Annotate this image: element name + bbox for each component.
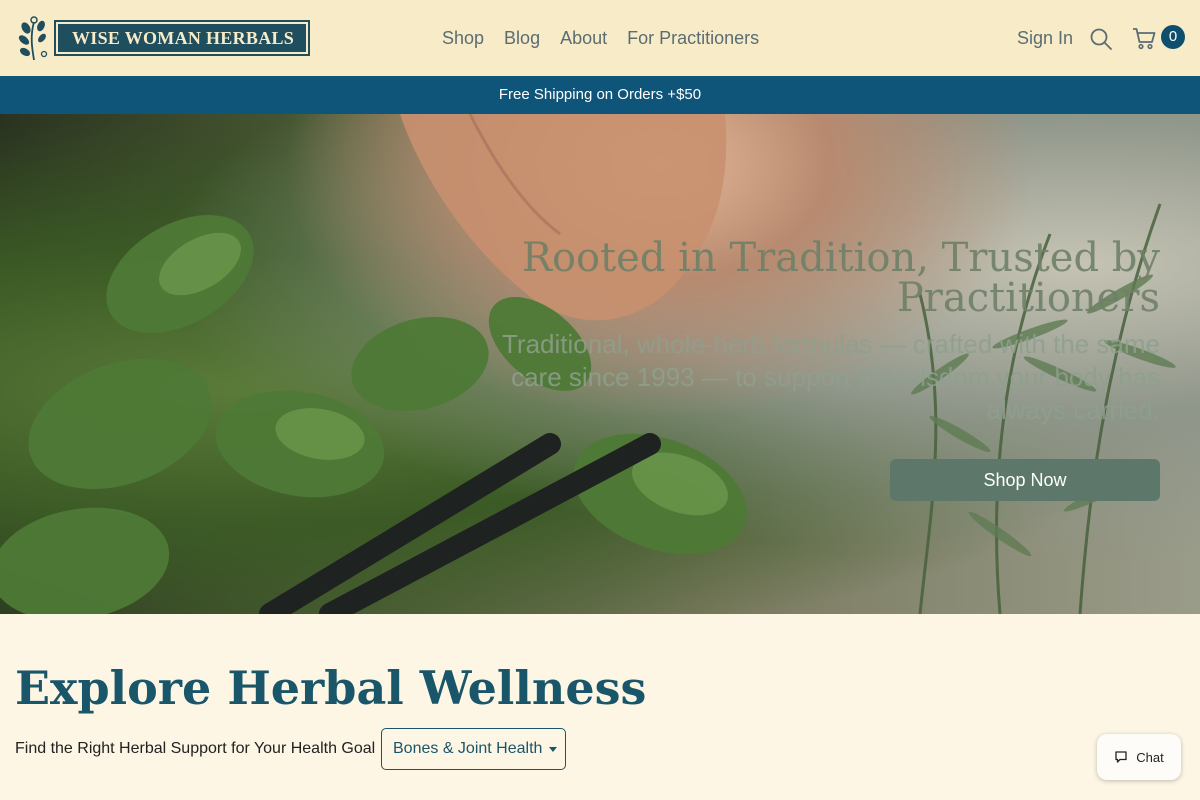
nav-blog[interactable]: Blog	[504, 28, 540, 48]
caret-down-icon	[549, 746, 558, 752]
cart-count-badge[interactable]: 0	[1161, 25, 1185, 49]
chat-button[interactable]: Chat	[1097, 734, 1181, 780]
brand-name: WISE WOMAN HERBALS	[72, 27, 295, 48]
health-goal-label: Find the Right Herbal Support for Your H…	[15, 740, 376, 757]
shop-now-button[interactable]: Shop Now	[890, 459, 1160, 501]
brand-logo[interactable]: WISE WOMAN HERBALS	[14, 14, 311, 62]
main-nav: Shop Blog About For Practitioners	[442, 28, 759, 48]
herb-sprig-icon	[18, 16, 48, 61]
search-icon[interactable]	[1089, 27, 1113, 51]
health-goal-dropdown[interactable]: Bones & Joint Health	[381, 728, 566, 770]
hero-banner: Rooted in Tradition, Trusted by Practiti…	[0, 114, 1200, 614]
sign-in-link[interactable]: Sign In	[1017, 28, 1073, 48]
brand-logo-frame: WISE WOMAN HERBALS	[54, 20, 311, 56]
chat-bubble-icon	[1115, 751, 1127, 763]
brand-logo-plate: WISE WOMAN HERBALS	[58, 24, 307, 52]
hero-subtitle: Traditional, whole-herb formulas — craft…	[502, 329, 1160, 425]
site-header: WISE WOMAN HERBALS Shop Blog About For P…	[0, 0, 1200, 76]
nav-for-practitioners[interactable]: For Practitioners	[627, 28, 759, 48]
nav-shop[interactable]: Shop	[442, 28, 484, 48]
health-goal-selected: Bones & Joint Health	[393, 740, 543, 757]
explore-heading: Explore Herbal Wellness	[15, 661, 647, 715]
nav-about[interactable]: About	[560, 28, 607, 48]
cart-icon[interactable]	[1131, 25, 1157, 51]
chat-label: Chat	[1136, 749, 1164, 765]
promo-banner: Free Shipping on Orders +$50	[0, 76, 1200, 114]
hero-title: Rooted in Tradition, Trusted by Practiti…	[521, 235, 1160, 321]
